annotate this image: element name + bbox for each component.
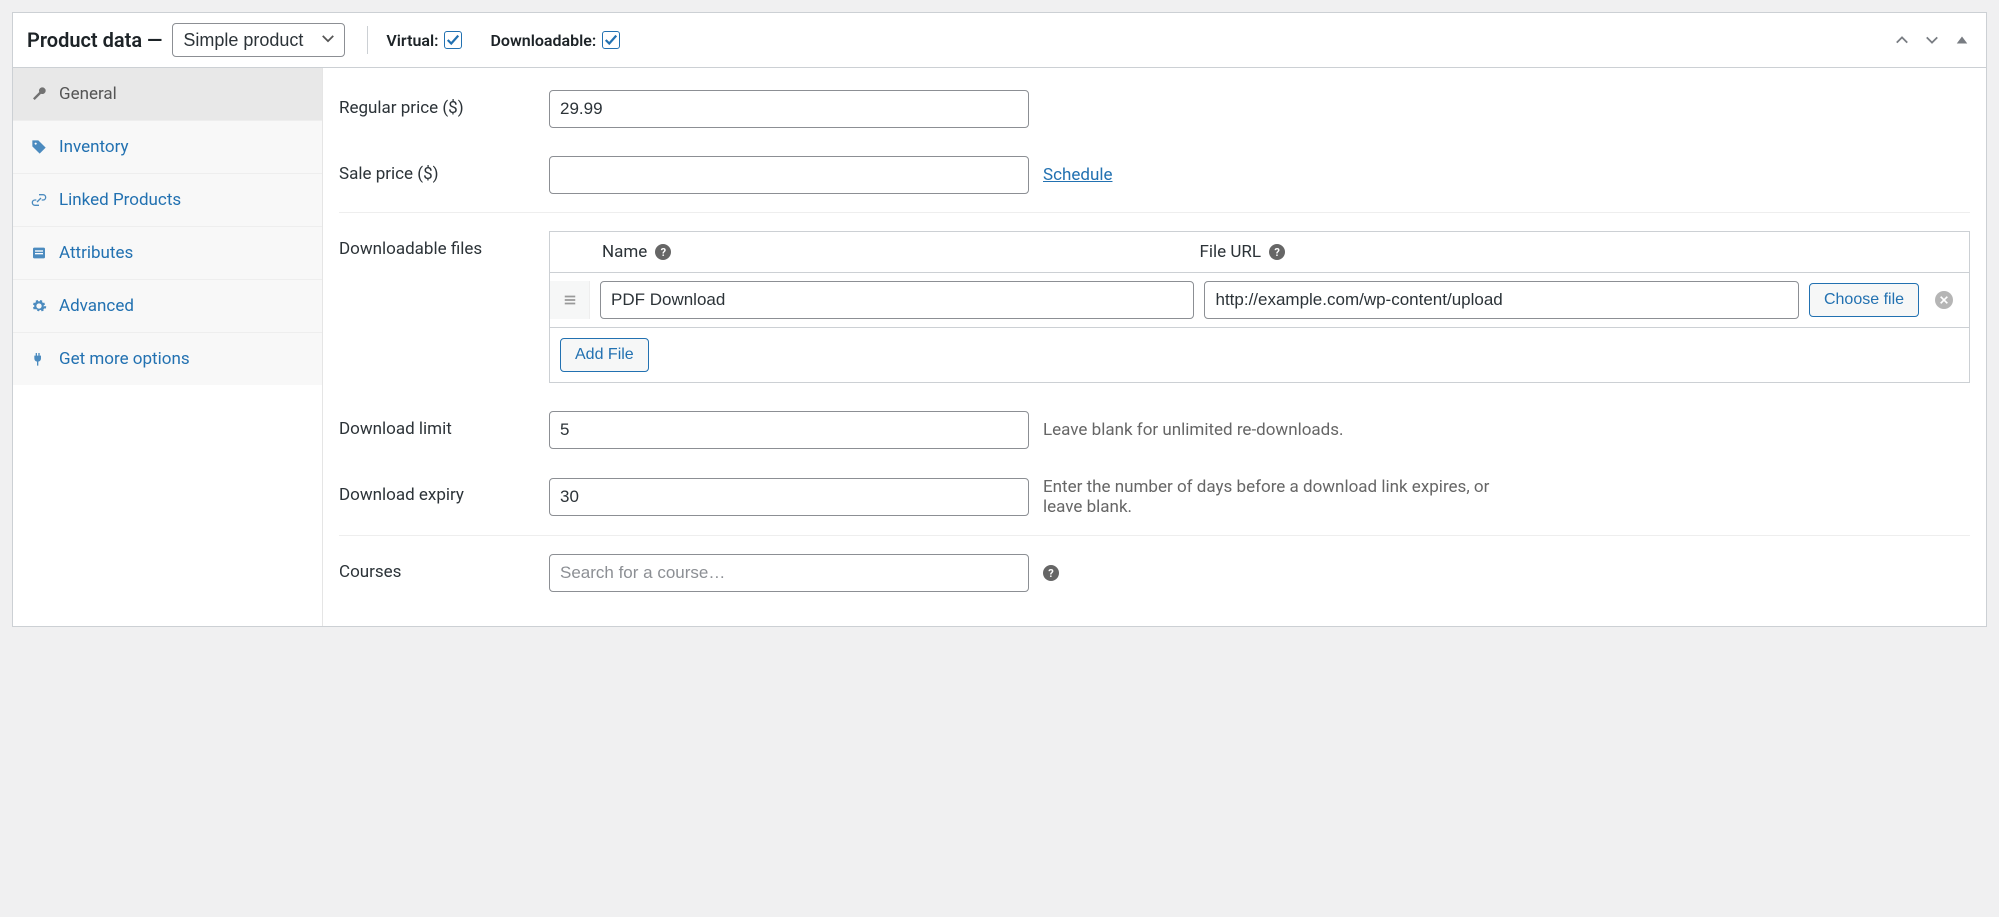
downloadable-files-label: Downloadable files <box>339 231 549 259</box>
tab-label: Attributes <box>59 243 133 263</box>
add-file-button[interactable]: Add File <box>560 338 649 372</box>
plug-icon <box>31 351 47 367</box>
sale-price-row: Sale price ($) Schedule <box>323 142 1986 208</box>
files-header-url: File URL <box>1200 242 1262 262</box>
tab-label: Get more options <box>59 349 190 369</box>
regular-price-input[interactable] <box>549 90 1029 128</box>
tab-label: Linked Products <box>59 190 181 210</box>
downloadable-files-row: Downloadable files Name ? File URL ? <box>323 217 1986 397</box>
file-name-input[interactable] <box>600 281 1194 319</box>
divider <box>339 535 1970 536</box>
download-limit-help: Leave blank for unlimited re-downloads. <box>1043 420 1344 440</box>
file-url-input[interactable] <box>1204 281 1798 319</box>
regular-price-row: Regular price ($) <box>323 76 1986 142</box>
files-table-head: Name ? File URL ? <box>550 232 1969 273</box>
tab-linked-products[interactable]: Linked Products <box>13 174 322 227</box>
download-limit-input[interactable] <box>549 411 1029 449</box>
product-data-panel: Product data — Simple product Virtual: D… <box>12 12 1987 627</box>
tag-icon <box>31 139 47 155</box>
tab-label: General <box>59 84 117 104</box>
panel-header-controls <box>1892 30 1972 50</box>
link-icon <box>31 192 47 208</box>
download-expiry-help: Enter the number of days before a downlo… <box>1043 477 1523 517</box>
panel-header: Product data — Simple product Virtual: D… <box>13 13 1986 68</box>
move-down-icon[interactable] <box>1922 30 1942 50</box>
product-type-select[interactable]: Simple product <box>172 23 345 57</box>
panel-title: Product data — <box>27 28 162 52</box>
tab-attributes[interactable]: Attributes <box>13 227 322 280</box>
schedule-link[interactable]: Schedule <box>1043 165 1112 185</box>
tab-general[interactable]: General <box>13 68 322 121</box>
files-table: Name ? File URL ? <box>549 231 1970 383</box>
downloadable-toggle[interactable]: Downloadable: <box>490 31 620 50</box>
tab-get-more-options[interactable]: Get more options <box>13 333 322 385</box>
sale-price-input[interactable] <box>549 156 1029 194</box>
download-expiry-label: Download expiry <box>339 477 549 505</box>
sale-price-label: Sale price ($) <box>339 156 549 184</box>
divider <box>339 212 1970 213</box>
choose-file-button[interactable]: Choose file <box>1809 283 1919 317</box>
header-divider <box>367 26 368 54</box>
downloadable-checkbox[interactable] <box>602 31 620 49</box>
help-icon[interactable]: ? <box>655 244 671 260</box>
tabs: General Inventory Linked Products Attrib… <box>13 68 323 626</box>
file-row: Choose file <box>550 273 1969 328</box>
wrench-icon <box>31 86 47 102</box>
remove-file-icon[interactable] <box>1935 291 1953 309</box>
download-limit-row: Download limit Leave blank for unlimited… <box>323 397 1986 463</box>
tab-advanced[interactable]: Advanced <box>13 280 322 333</box>
download-expiry-input[interactable] <box>549 478 1029 516</box>
regular-price-label: Regular price ($) <box>339 90 549 118</box>
files-table-foot: Add File <box>550 328 1969 382</box>
collapse-toggle-icon[interactable] <box>1952 30 1972 50</box>
move-up-icon[interactable] <box>1892 30 1912 50</box>
virtual-toggle[interactable]: Virtual: <box>386 31 462 50</box>
help-icon[interactable]: ? <box>1043 565 1059 581</box>
downloadable-label: Downloadable: <box>490 31 596 50</box>
form-area: Regular price ($) Sale price ($) Schedul… <box>323 68 1986 626</box>
download-expiry-row: Download expiry Enter the number of days… <box>323 463 1986 531</box>
download-limit-label: Download limit <box>339 411 549 439</box>
tab-label: Inventory <box>59 137 129 157</box>
tab-label: Advanced <box>59 296 134 316</box>
courses-search-input[interactable] <box>549 554 1029 592</box>
panel-body: General Inventory Linked Products Attrib… <box>13 68 1986 626</box>
courses-label: Courses <box>339 554 549 582</box>
list-icon <box>31 245 47 261</box>
drag-handle-icon[interactable] <box>550 281 590 319</box>
courses-row: Courses ? <box>323 540 1986 606</box>
product-type-select-wrap: Simple product <box>172 23 345 57</box>
help-icon[interactable]: ? <box>1269 244 1285 260</box>
virtual-label: Virtual: <box>386 31 438 50</box>
tab-inventory[interactable]: Inventory <box>13 121 322 174</box>
gear-icon <box>31 298 47 314</box>
files-header-name: Name <box>602 242 647 262</box>
virtual-checkbox[interactable] <box>444 31 462 49</box>
